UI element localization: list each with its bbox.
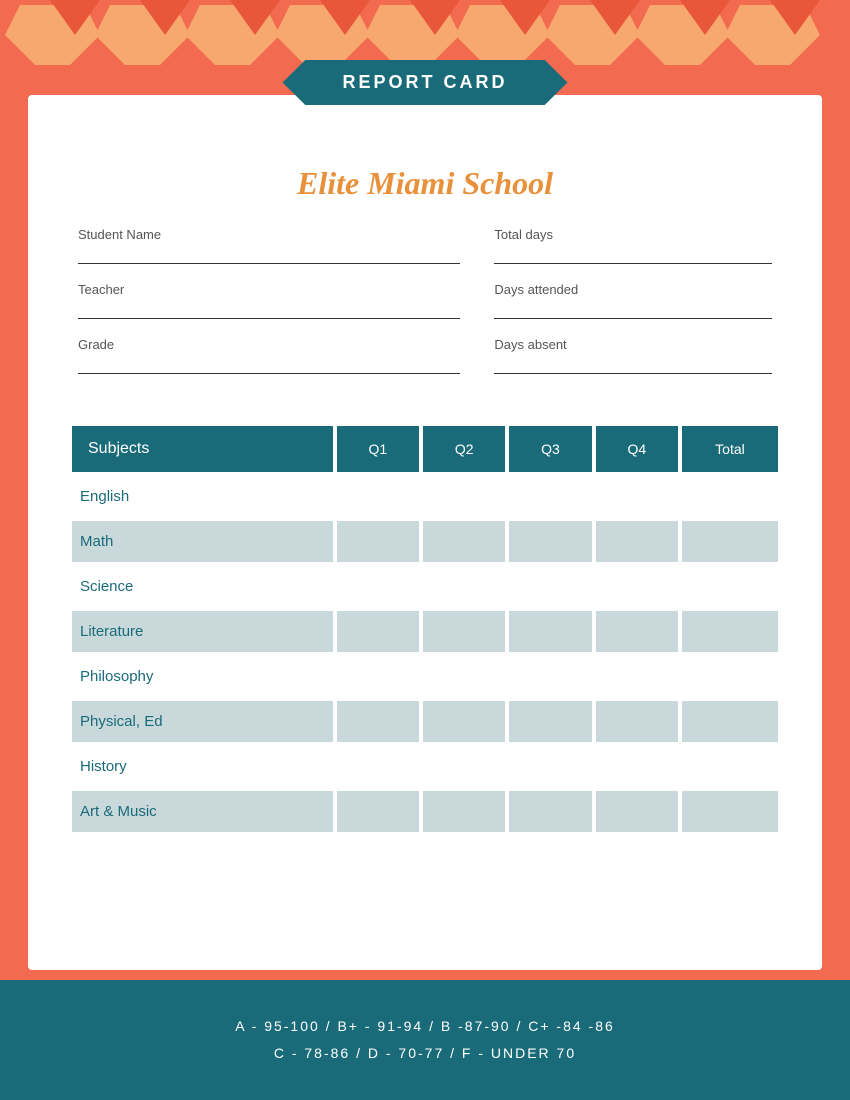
grade-q1[interactable] (337, 791, 419, 832)
grade-q2[interactable] (423, 656, 505, 697)
days-attended-label: Days attended (494, 282, 772, 297)
report-card: Elite Miami School Student Name Teacher … (28, 95, 822, 970)
total-header: Total (682, 426, 778, 472)
grade-q4[interactable] (596, 611, 678, 652)
days-absent-field: Days absent (494, 337, 772, 374)
student-name-label: Student Name (78, 227, 460, 242)
subject-name: Literature (72, 611, 333, 652)
grade-field: Grade (78, 337, 460, 374)
grade-q1[interactable] (337, 746, 419, 787)
grade-total[interactable] (682, 746, 778, 787)
grading-scale-line2: C - 78-86 / D - 70-77 / F - UNDER 70 (274, 1040, 576, 1067)
grade-q1[interactable] (337, 476, 419, 517)
grade-q2[interactable] (423, 701, 505, 742)
grade-q1[interactable] (337, 656, 419, 697)
grade-q1[interactable] (337, 701, 419, 742)
grade-q4[interactable] (596, 566, 678, 607)
info-right: Total days Days attended Days absent (494, 227, 772, 392)
days-attended-line[interactable] (494, 301, 772, 319)
subject-name: Physical, Ed (72, 701, 333, 742)
grade-q1[interactable] (337, 521, 419, 562)
q2-header: Q2 (423, 426, 505, 472)
grade-line[interactable] (78, 356, 460, 374)
table-row: Art & Music (72, 791, 778, 832)
grade-q1[interactable] (337, 611, 419, 652)
banner-title: REPORT CARD (282, 60, 567, 105)
grade-q4[interactable] (596, 521, 678, 562)
q1-header: Q1 (337, 426, 419, 472)
grade-q4[interactable] (596, 746, 678, 787)
grades-table: Subjects Q1 Q2 Q3 Q4 Total EnglishMathSc… (68, 422, 782, 836)
grade-total[interactable] (682, 701, 778, 742)
grade-q3[interactable] (509, 656, 591, 697)
grade-q3[interactable] (509, 611, 591, 652)
grade-q2[interactable] (423, 791, 505, 832)
table-row: Literature (72, 611, 778, 652)
table-row: English (72, 476, 778, 517)
grade-q4[interactable] (596, 476, 678, 517)
subject-name: Art & Music (72, 791, 333, 832)
teacher-line[interactable] (78, 301, 460, 319)
grade-q2[interactable] (423, 476, 505, 517)
subject-name: Math (72, 521, 333, 562)
table-header-row: Subjects Q1 Q2 Q3 Q4 Total (72, 426, 778, 472)
subject-name: English (72, 476, 333, 517)
total-days-field: Total days (494, 227, 772, 264)
total-days-line[interactable] (494, 246, 772, 264)
table-row: Math (72, 521, 778, 562)
grade-total[interactable] (682, 521, 778, 562)
school-name: Elite Miami School (68, 165, 782, 202)
grade-q4[interactable] (596, 656, 678, 697)
teacher-label: Teacher (78, 282, 460, 297)
grade-q3[interactable] (509, 791, 591, 832)
grade-total[interactable] (682, 566, 778, 607)
grade-q2[interactable] (423, 746, 505, 787)
grade-q2[interactable] (423, 566, 505, 607)
grade-q3[interactable] (509, 746, 591, 787)
grade-q4[interactable] (596, 701, 678, 742)
grade-q3[interactable] (509, 476, 591, 517)
q3-header: Q3 (509, 426, 591, 472)
table-row: Physical, Ed (72, 701, 778, 742)
footer: A - 95-100 / B+ - 91-94 / B -87-90 / C+ … (0, 980, 850, 1100)
grade-q4[interactable] (596, 791, 678, 832)
info-left: Student Name Teacher Grade (78, 227, 460, 392)
grade-q2[interactable] (423, 521, 505, 562)
q4-header: Q4 (596, 426, 678, 472)
grade-q2[interactable] (423, 611, 505, 652)
days-absent-label: Days absent (494, 337, 772, 352)
grade-q3[interactable] (509, 701, 591, 742)
days-attended-field: Days attended (494, 282, 772, 319)
grade-total[interactable] (682, 656, 778, 697)
grade-total[interactable] (682, 611, 778, 652)
grade-q3[interactable] (509, 566, 591, 607)
grade-label: Grade (78, 337, 460, 352)
banner: REPORT CARD (282, 60, 567, 105)
total-days-label: Total days (494, 227, 772, 242)
grade-total[interactable] (682, 791, 778, 832)
grade-q3[interactable] (509, 521, 591, 562)
student-name-field: Student Name (78, 227, 460, 264)
subject-name: Philosophy (72, 656, 333, 697)
info-section: Student Name Teacher Grade Total days Da… (68, 227, 782, 392)
grade-total[interactable] (682, 476, 778, 517)
teacher-field: Teacher (78, 282, 460, 319)
table-row: Philosophy (72, 656, 778, 697)
grade-q1[interactable] (337, 566, 419, 607)
table-row: History (72, 746, 778, 787)
grading-scale-line1: A - 95-100 / B+ - 91-94 / B -87-90 / C+ … (235, 1013, 615, 1040)
subjects-header: Subjects (72, 426, 333, 472)
student-name-line[interactable] (78, 246, 460, 264)
subject-name: History (72, 746, 333, 787)
days-absent-line[interactable] (494, 356, 772, 374)
table-row: Science (72, 566, 778, 607)
subject-name: Science (72, 566, 333, 607)
